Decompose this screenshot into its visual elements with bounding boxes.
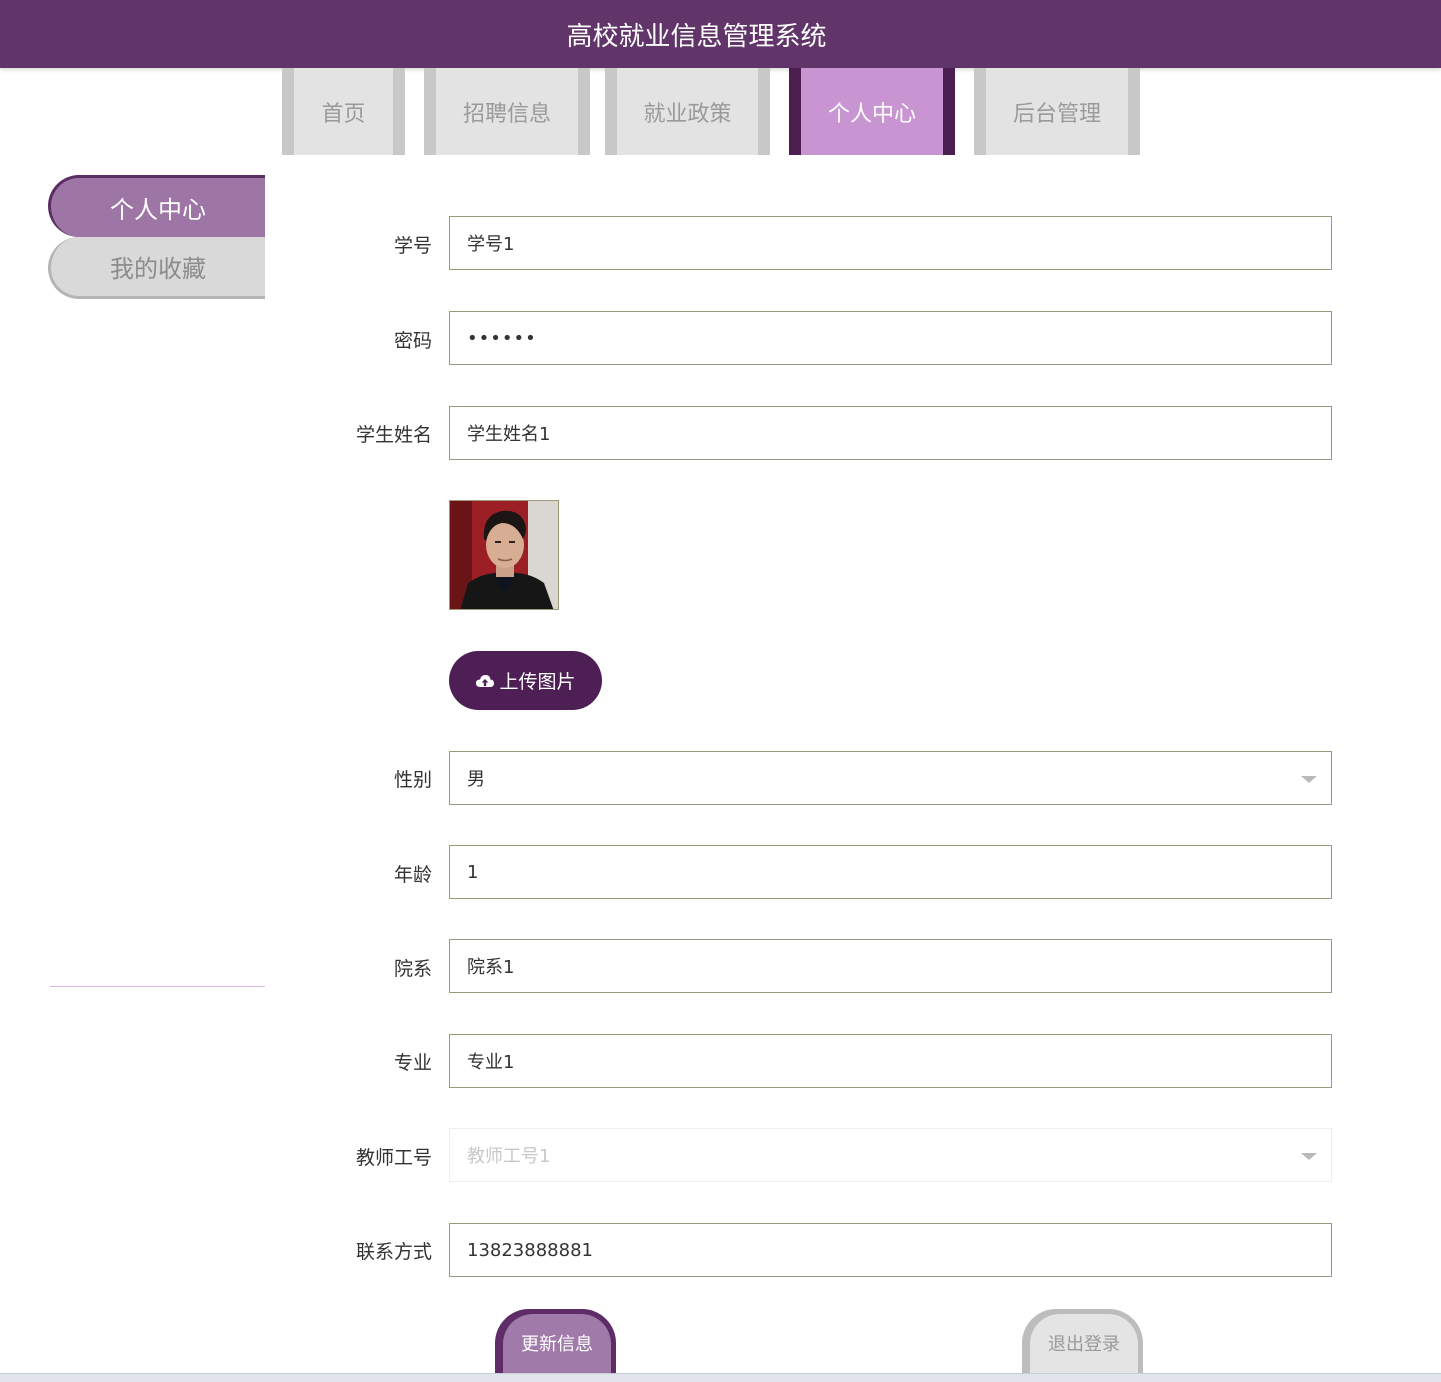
password-value: •••••• bbox=[467, 327, 537, 349]
horizontal-scrollbar[interactable] bbox=[0, 1373, 1441, 1382]
sidebar-divider bbox=[50, 986, 265, 987]
sidebar-item-personal-center[interactable]: 个人中心 bbox=[48, 175, 265, 237]
tab-personal-center[interactable]: 个人中心 bbox=[789, 68, 955, 155]
password-input[interactable]: •••••• bbox=[449, 311, 1332, 365]
tab-policy-label: 就业政策 bbox=[643, 101, 732, 127]
teacher-id-select[interactable]: 教师工号1 bbox=[449, 1128, 1332, 1182]
page: 高校就业信息管理系统 首页 招聘信息 就业政策 个人中心 后台管理 个人中心 我… bbox=[0, 0, 1441, 1382]
department-input[interactable]: 院系1 bbox=[449, 939, 1332, 993]
sidebar-item-label: 个人中心 bbox=[110, 196, 206, 224]
age-input[interactable]: 1 bbox=[449, 845, 1332, 899]
password-label: 密码 bbox=[393, 330, 432, 352]
upload-image-label: 上传图片 bbox=[499, 671, 576, 693]
student-id-input[interactable]: 学号1 bbox=[449, 216, 1332, 270]
tab-home[interactable]: 首页 bbox=[282, 68, 405, 155]
tab-admin-label: 后台管理 bbox=[1012, 101, 1101, 127]
cloud-upload-icon bbox=[476, 674, 495, 687]
student-name-input[interactable]: 学生姓名1 bbox=[449, 406, 1332, 460]
major-input[interactable]: 专业1 bbox=[449, 1034, 1332, 1088]
logout-label: 退出登录 bbox=[1030, 1314, 1138, 1382]
gender-label: 性别 bbox=[393, 769, 432, 791]
tab-home-label: 首页 bbox=[321, 101, 366, 127]
logout-button[interactable]: 退出登录 bbox=[1022, 1309, 1143, 1382]
student-name-label: 学生姓名 bbox=[355, 424, 432, 446]
sidebar-item-favorites[interactable]: 我的收藏 bbox=[48, 237, 265, 299]
department-value: 院系1 bbox=[467, 957, 515, 978]
teacher-id-label: 教师工号 bbox=[355, 1147, 432, 1169]
avatar-image bbox=[449, 500, 559, 610]
update-info-button[interactable]: 更新信息 bbox=[495, 1309, 616, 1382]
tab-admin[interactable]: 后台管理 bbox=[974, 68, 1140, 155]
gender-select[interactable]: 男 bbox=[449, 751, 1332, 805]
sidebar-item-label: 我的收藏 bbox=[110, 255, 206, 283]
upload-image-button[interactable]: 上传图片 bbox=[449, 651, 602, 710]
age-value: 1 bbox=[467, 861, 479, 883]
tab-recruitment-label: 招聘信息 bbox=[462, 101, 551, 127]
avatar-photo-icon bbox=[450, 501, 558, 609]
update-info-label: 更新信息 bbox=[503, 1314, 611, 1382]
contact-value: 13823888881 bbox=[467, 1239, 593, 1261]
gender-value: 男 bbox=[467, 769, 485, 790]
tab-personal-center-label: 个人中心 bbox=[827, 101, 916, 127]
contact-label: 联系方式 bbox=[355, 1241, 432, 1263]
teacher-id-value: 教师工号1 bbox=[467, 1146, 551, 1167]
student-id-label: 学号 bbox=[393, 235, 432, 257]
chevron-down-icon bbox=[1301, 1153, 1317, 1160]
department-label: 院系 bbox=[393, 958, 432, 980]
chevron-down-icon bbox=[1301, 776, 1317, 783]
student-id-value: 学号1 bbox=[467, 234, 515, 255]
contact-input[interactable]: 13823888881 bbox=[449, 1223, 1332, 1277]
tab-policy[interactable]: 就业政策 bbox=[605, 68, 770, 155]
student-name-value: 学生姓名1 bbox=[467, 424, 551, 445]
age-label: 年龄 bbox=[393, 864, 432, 886]
app-header: 高校就业信息管理系统 bbox=[0, 0, 1441, 68]
tab-recruitment[interactable]: 招聘信息 bbox=[424, 68, 590, 155]
major-value: 专业1 bbox=[467, 1052, 515, 1073]
major-label: 专业 bbox=[393, 1052, 432, 1074]
app-title: 高校就业信息管理系统 bbox=[566, 21, 827, 52]
